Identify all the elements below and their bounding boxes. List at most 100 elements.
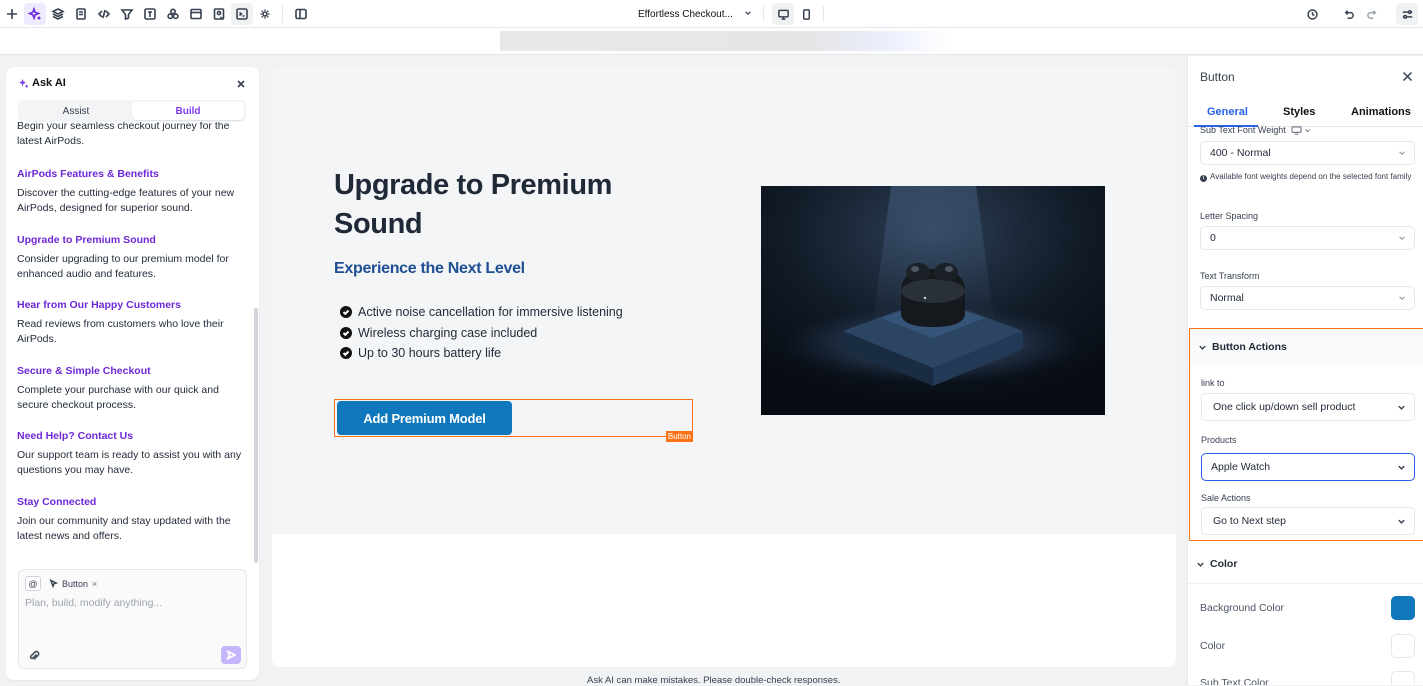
list-item-body: Complete your purchase with our quick an…	[17, 384, 219, 411]
layout-icon[interactable]	[185, 3, 207, 25]
ask-ai-title: Ask AI	[32, 77, 66, 89]
color-label: Color	[1200, 640, 1226, 652]
divider	[1188, 583, 1423, 584]
add-premium-model-button[interactable]: Add Premium Model	[337, 401, 512, 435]
code-icon[interactable]	[93, 3, 115, 25]
sale-actions-select[interactable]: Go to Next step	[1201, 507, 1415, 535]
settings-cog-icon[interactable]	[254, 3, 276, 25]
products-select[interactable]: Apple Watch	[1201, 453, 1415, 481]
page-selector[interactable]: Effortless Checkout...	[630, 3, 760, 25]
chevron-down-icon	[1398, 465, 1405, 470]
list-item: Need Help? Contact Us Our support team i…	[17, 429, 249, 478]
sub-text-color-swatch[interactable]	[1391, 671, 1415, 685]
list-item-title: Stay Connected	[17, 496, 97, 508]
button-actions-header[interactable]: Button Actions	[1190, 329, 1423, 365]
prompt-input[interactable]	[25, 595, 235, 611]
funnel-icon[interactable]	[116, 3, 138, 25]
font-weight-value: 400 - Normal	[1210, 147, 1271, 159]
hero-section[interactable]: Upgrade to Premium Sound Experience the …	[272, 67, 1176, 534]
toolbar-divider	[823, 6, 824, 22]
sale-actions-label: Sale Actions	[1201, 493, 1251, 503]
tab-styles[interactable]: Styles	[1283, 106, 1315, 118]
attach-icon[interactable]	[28, 649, 40, 661]
template-icon[interactable]	[139, 3, 161, 25]
list-item-body: Our support team is ready to assist you …	[17, 449, 242, 476]
chevron-down-icon	[1398, 405, 1405, 410]
close-icon[interactable]	[235, 77, 247, 89]
hero-headline[interactable]: Upgrade to Premium Sound	[334, 166, 664, 244]
chevron-down-icon	[1199, 345, 1206, 350]
font-weight-select[interactable]: 400 - Normal	[1200, 141, 1415, 165]
plus-icon[interactable]	[1, 3, 23, 25]
selected-element-outline: Add Premium Model Button	[334, 399, 693, 442]
mention-button[interactable]: @	[25, 576, 41, 591]
context-chip-label: Button	[62, 578, 89, 589]
toolbar-divider	[763, 6, 764, 22]
top-toolbar: Effortless Checkout...	[0, 0, 1423, 28]
letter-spacing-input[interactable]: 0	[1200, 226, 1415, 250]
panel-title: Button	[1200, 70, 1235, 84]
section-title: Color	[1210, 558, 1238, 570]
check-circle-icon	[340, 347, 352, 360]
page-canvas: Upgrade to Premium Sound Experience the …	[272, 67, 1176, 667]
media-icon[interactable]	[208, 3, 230, 25]
product-image-airpods[interactable]	[761, 186, 1105, 415]
info-icon: i	[1200, 175, 1207, 182]
settings-sliders-icon[interactable]	[1396, 3, 1418, 25]
text-transform-value: Normal	[1210, 292, 1244, 304]
components-icon[interactable]	[162, 3, 184, 25]
list-item-title: Need Help? Contact Us	[17, 430, 134, 442]
send-button[interactable]	[221, 646, 241, 664]
ask-ai-header: Ask AI	[18, 77, 66, 89]
note-text: Available font weights depend on the sel…	[1210, 172, 1412, 181]
mobile-view-icon[interactable]	[795, 3, 817, 25]
history-icon[interactable]	[1301, 3, 1323, 25]
products-value: Apple Watch	[1211, 461, 1271, 473]
label-text: Sub Text Font Weight	[1200, 125, 1286, 135]
color-swatch[interactable]	[1391, 634, 1415, 658]
close-icon[interactable]	[1402, 69, 1413, 82]
desktop-icon	[1291, 125, 1302, 135]
sidebar-toggle-icon[interactable]	[290, 3, 312, 25]
selection-tag: Button	[665, 431, 693, 442]
list-item-body: Consider upgrading to our premium model …	[17, 253, 229, 280]
properties-panel: Button General Styles Animations Sub Tex…	[1187, 56, 1423, 685]
chevron-down-icon	[1399, 236, 1405, 241]
ai-sparkle-icon[interactable]	[24, 2, 46, 25]
chip-remove-button[interactable]: ×	[92, 579, 97, 589]
list-item-body: Join our community and stay updated with…	[17, 515, 231, 542]
font-weight-note: i Available font weights depend on the se…	[1200, 169, 1418, 184]
scrollbar[interactable]	[254, 308, 258, 563]
ask-ai-panel: Ask AI Assist Build Begin your seamless …	[6, 67, 259, 680]
url-field[interactable]	[500, 31, 950, 51]
cursor-icon	[49, 579, 58, 588]
panel-tabs: General Styles Animations	[1188, 96, 1423, 127]
feature-item: Active noise cancellation for immersive …	[340, 302, 623, 323]
tab-build[interactable]: Build	[132, 102, 244, 120]
color-section-header[interactable]: Color	[1196, 558, 1237, 570]
send-icon	[226, 650, 236, 660]
preview-url-bar	[0, 28, 1423, 55]
background-color-swatch[interactable]	[1391, 596, 1415, 620]
ai-response-list: Begin your seamless checkout journey for…	[17, 122, 249, 558]
undo-icon[interactable]	[1337, 3, 1359, 25]
layers-icon[interactable]	[47, 3, 69, 25]
text-transform-label: Text Transform	[1200, 271, 1260, 281]
link-to-label: link to	[1201, 378, 1225, 388]
link-to-select[interactable]: One click up/down sell product	[1201, 393, 1415, 421]
ai-composer: @ Button ×	[18, 569, 247, 669]
desktop-view-icon[interactable]	[772, 3, 794, 25]
context-chip: Button ×	[49, 576, 97, 591]
text-transform-select[interactable]: Normal	[1200, 286, 1415, 310]
tab-animations[interactable]: Animations	[1351, 106, 1411, 118]
tab-assist[interactable]: Assist	[20, 102, 132, 120]
terminal-icon[interactable]	[231, 2, 253, 25]
redo-icon[interactable]	[1361, 3, 1383, 25]
chevron-down-icon	[744, 9, 752, 20]
hero-subheadline[interactable]: Experience the Next Level	[334, 260, 525, 278]
toolbar-divider	[282, 4, 283, 23]
chevron-down-icon	[1399, 151, 1405, 156]
pages-icon[interactable]	[70, 3, 92, 25]
tab-general[interactable]: General	[1207, 106, 1248, 118]
chevron-down-icon	[1399, 296, 1405, 301]
